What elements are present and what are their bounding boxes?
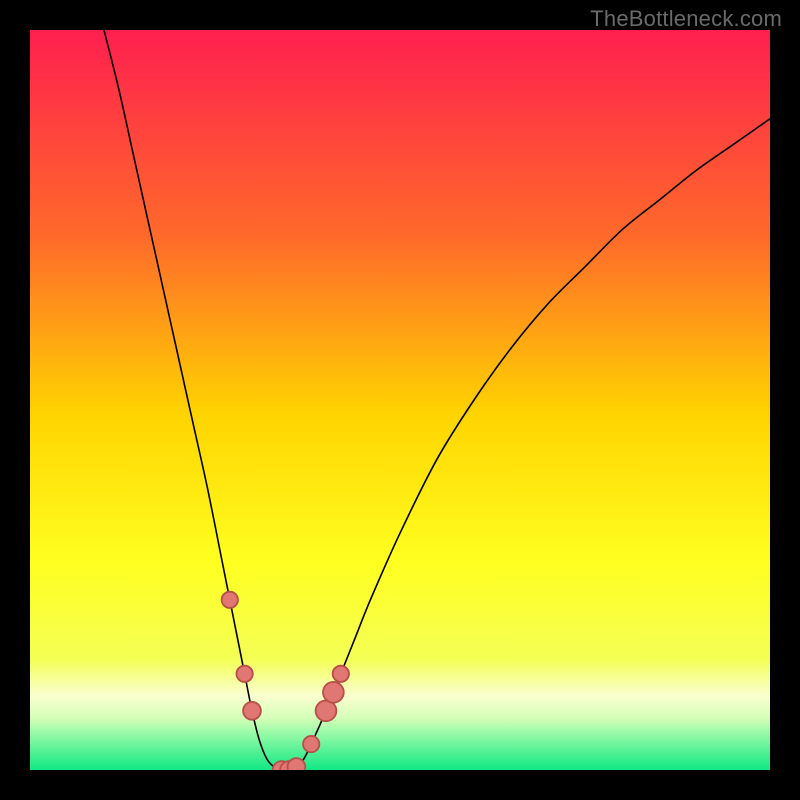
gradient-background	[30, 30, 770, 770]
curve-marker	[236, 666, 252, 682]
curve-marker	[303, 736, 319, 752]
curve-marker	[323, 682, 344, 703]
curve-marker	[222, 592, 238, 608]
chart-frame: TheBottleneck.com	[0, 0, 800, 800]
bottleneck-chart	[30, 30, 770, 770]
curve-marker	[333, 666, 349, 682]
watermark-text: TheBottleneck.com	[590, 6, 782, 32]
curve-marker	[288, 758, 306, 770]
curve-marker	[243, 702, 261, 720]
